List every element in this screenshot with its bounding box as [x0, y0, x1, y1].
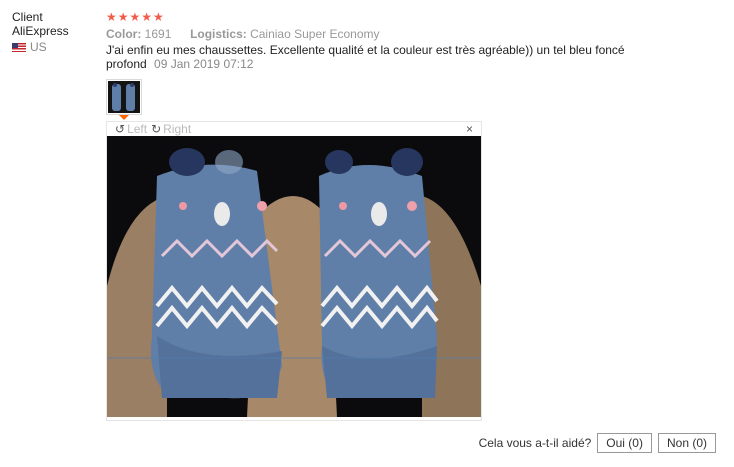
rotate-right-label: Right	[163, 122, 192, 136]
reviewer-name: Client AliExpress	[12, 10, 69, 38]
photo-viewer: ↺ Left ↻ Right ×	[106, 121, 482, 421]
reviewer-country: US	[12, 40, 102, 54]
rotate-left-label: Left	[127, 122, 148, 136]
review-photo	[107, 136, 481, 417]
helpful-question: Cela vous a-t-il aidé?	[478, 436, 592, 450]
thumbnail-image	[108, 81, 140, 113]
country-code: US	[30, 40, 47, 54]
rotate-left-button[interactable]: ↺ Left	[115, 122, 147, 136]
color-value: 1691	[144, 27, 172, 41]
reviewer-info: Client AliExpress US	[12, 10, 102, 54]
order-info: Color: 1691 Logistics: Cainiao Super Eco…	[106, 26, 716, 42]
review-body: ★★★★★ Color: 1691 Logistics: Cainiao Sup…	[106, 10, 716, 421]
rotate-right-button[interactable]: ↻ Right	[151, 122, 191, 136]
rotate-left-icon: ↺	[115, 122, 126, 136]
rotate-right-icon: ↻	[151, 122, 162, 136]
helpful-no-button[interactable]: Non (0)	[657, 433, 716, 453]
logistics-value: Cainiao Super Economy	[250, 27, 380, 41]
logistics-label: Logistics:	[190, 27, 247, 41]
photo-thumbnail[interactable]	[106, 79, 142, 115]
helpful-yes-button[interactable]: Oui (0)	[597, 433, 652, 453]
us-flag-icon	[12, 42, 26, 52]
color-label: Color:	[106, 27, 142, 41]
helpful-feedback: Cela vous a-t-il aidé? Oui (0) Non (0)	[479, 433, 716, 453]
thumbnail-selected-indicator	[119, 115, 129, 120]
review-date: 09 Jan 2019 07:12	[154, 57, 254, 71]
review-text-block: J'ai enfin eu mes chaussettes. Excellent…	[106, 43, 666, 71]
star-rating: ★★★★★	[106, 10, 165, 24]
close-icon[interactable]: ×	[466, 122, 473, 136]
viewer-toolbar: ↺ Left ↻ Right	[107, 122, 481, 136]
review-item: Client AliExpress US ★★★★★ Color: 1691 L…	[0, 0, 734, 467]
